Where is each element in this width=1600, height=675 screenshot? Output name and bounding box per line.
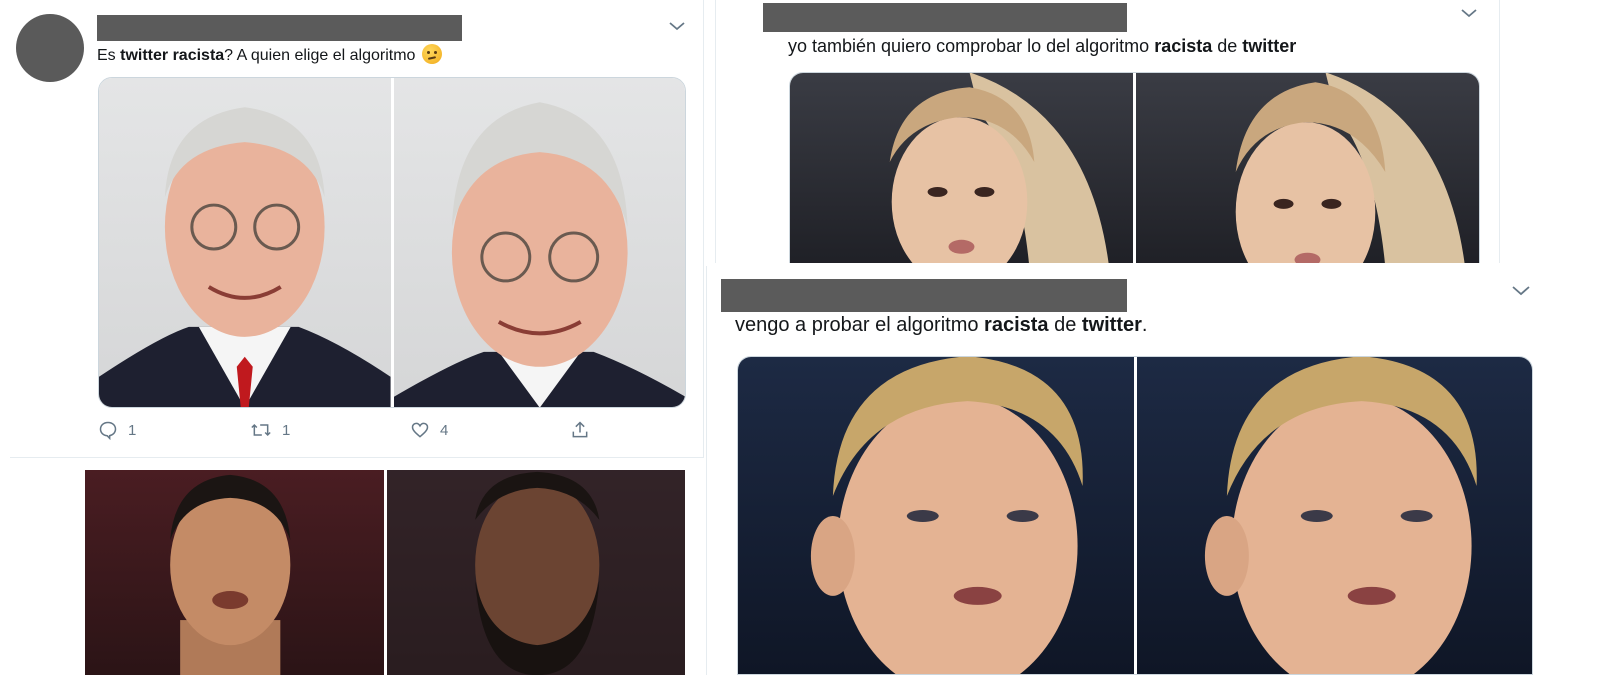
photo-left[interactable] (99, 78, 391, 407)
tweet-2: yo también quiero comprobar lo del algor… (715, 0, 1500, 263)
tweet-text: Es twitter racista? A quien elige el alg… (97, 44, 442, 65)
share-button[interactable] (570, 420, 590, 440)
share-icon (572, 421, 588, 438)
photo-left[interactable] (85, 470, 384, 675)
like-button[interactable]: 4 (410, 420, 570, 440)
photo-right[interactable] (1136, 357, 1532, 674)
tweet-media[interactable] (789, 72, 1480, 263)
heart-icon (411, 422, 429, 438)
photo-left[interactable] (738, 357, 1134, 674)
tweet-media[interactable] (98, 77, 686, 408)
tweet-3: vengo a probar el algoritmo racista de t… (706, 266, 1556, 675)
chevron-down-icon[interactable] (1460, 7, 1482, 23)
chevron-down-icon[interactable] (668, 20, 690, 36)
bottom-left-media[interactable] (85, 470, 685, 675)
tweet-text: vengo a probar el algoritmo racista de t… (735, 314, 1148, 336)
tweet-1: Es twitter racista? A quien elige el alg… (10, 0, 704, 458)
photo-right[interactable] (1136, 73, 1479, 263)
photo-left[interactable] (790, 73, 1133, 263)
redacted-username (763, 3, 1127, 32)
tweet-actions: 1 1 4 (98, 420, 598, 440)
like-count: 4 (440, 421, 449, 439)
retweet-count: 1 (282, 421, 291, 439)
reply-button[interactable]: 1 (98, 420, 250, 440)
tweet-text: yo también quiero comprobar lo del algor… (788, 36, 1297, 56)
chevron-down-icon[interactable] (1511, 284, 1533, 300)
reply-count: 1 (128, 421, 137, 439)
photo-right[interactable] (386, 470, 685, 675)
photo-right[interactable] (393, 78, 685, 407)
redacted-username (97, 15, 462, 41)
retweet-icon (251, 423, 271, 437)
avatar[interactable] (16, 14, 84, 82)
redacted-username (721, 279, 1127, 312)
thinking-face-icon (421, 44, 442, 64)
tweet-media[interactable] (737, 356, 1533, 675)
reply-icon (99, 421, 117, 440)
retweet-button[interactable]: 1 (250, 420, 410, 440)
